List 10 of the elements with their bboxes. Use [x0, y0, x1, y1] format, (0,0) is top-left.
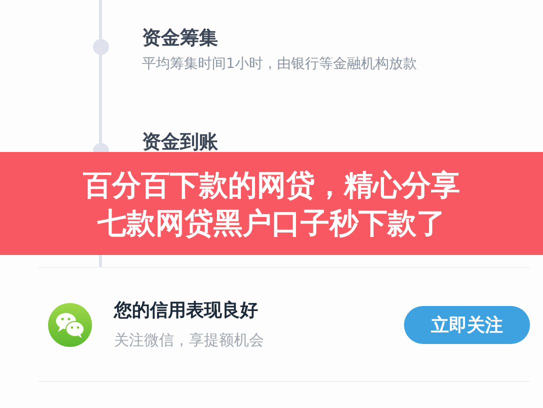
banner-headline: 七款网贷黑户口子秒下款了 [98, 204, 446, 242]
chat-bubbles-icon [48, 302, 92, 346]
follow-button[interactable]: 立即关注 [404, 306, 530, 344]
timeline-dot [93, 39, 109, 55]
step-description: 平均筹集时间1小时，由银行等金融机构放款 [142, 55, 417, 74]
banner-headline: 百分百下款的网贷，精心分享 [83, 166, 460, 204]
promo-description: 关注微信，享提额机会 [114, 330, 265, 350]
step-title: 资金筹集 [142, 26, 219, 50]
step-title: 资金到账 [142, 130, 218, 154]
promo-title: 您的信用表现良好 [114, 298, 259, 322]
